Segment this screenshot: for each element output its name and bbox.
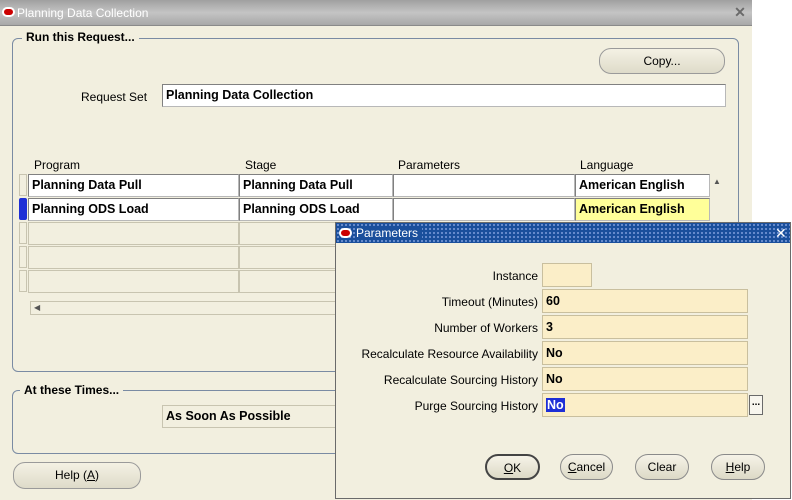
row-indicator[interactable] [19,222,27,244]
recalc-sourcing-label: Recalculate Sourcing History [383,373,538,387]
horizontal-scrollbar[interactable]: ◀ [30,301,340,315]
scroll-up-icon[interactable]: ▲ [713,177,721,186]
program-cell-empty[interactable] [28,222,239,245]
program-cell-empty[interactable] [28,270,239,293]
window-title: Planning Data Collection [17,6,149,20]
timeout-field[interactable]: 60 [542,289,748,313]
parameters-cell[interactable] [393,174,575,197]
instance-field[interactable] [542,263,592,287]
oracle-logo-icon [2,7,15,17]
help-button-mnemonic: A [87,468,96,482]
dialog-title: Parameters [356,226,423,240]
recalc-resource-label: Recalculate Resource Availability [361,347,538,361]
row-indicator-current[interactable] [19,198,27,220]
workers-field[interactable]: 3 [542,315,748,339]
help-label-rest: elp [734,460,751,474]
column-header-language: Language [580,158,634,172]
ok-label-rest: K [513,461,522,475]
times-title: At these Times... [20,383,124,397]
workers-label: Number of Workers [434,321,538,335]
ok-mnemonic: O [503,461,514,475]
run-request-title: Run this Request... [22,30,139,44]
scroll-left-icon[interactable]: ◀ [34,303,40,312]
stage-cell[interactable]: Planning ODS Load [239,198,393,221]
oracle-logo-icon [339,228,352,238]
request-set-field[interactable]: Planning Data Collection [162,84,726,107]
row-indicator[interactable] [19,174,27,196]
program-cell-empty[interactable] [28,246,239,269]
clear-label: Clear [647,460,677,474]
help-button-suffix: ) [95,468,100,482]
vertical-scrollbar[interactable]: ▲ [710,173,724,221]
language-cell-current[interactable]: American English [575,198,710,221]
language-cell[interactable]: American English [575,174,710,197]
clear-button[interactable]: Clear [635,454,689,480]
cancel-label-rest: ancel [576,460,606,474]
copy-button-label: Copy... [643,54,681,68]
purge-sourcing-label: Purge Sourcing History [414,399,538,413]
purge-sourcing-value: No [546,398,565,412]
copy-button[interactable]: Copy... [599,48,725,74]
list-of-values-button[interactable]: ... [749,395,763,415]
recalc-resource-field[interactable]: No [542,341,748,365]
timeout-label: Timeout (Minutes) [441,295,538,309]
parameters-dialog: Parameters ✕ Instance Timeout (Minutes) … [335,222,791,499]
schedule-field[interactable]: As Soon As Possible [162,405,337,428]
instance-label: Instance [492,269,538,283]
stage-cell-empty[interactable] [239,222,336,245]
row-indicator[interactable] [19,270,27,292]
help-button-prefix: Help ( [54,468,87,482]
stage-cell-empty[interactable] [239,246,336,269]
purge-sourcing-field[interactable]: No [542,393,748,417]
column-header-program: Program [34,158,81,172]
column-header-parameters: Parameters [398,158,461,172]
help-button[interactable]: Help (A) [13,462,141,489]
window-close-icon[interactable]: ✕ [733,5,747,19]
stage-cell-empty[interactable] [239,270,336,293]
stage-cell[interactable]: Planning Data Pull [239,174,393,197]
window-titlebar[interactable]: Planning Data Collection ✕ [0,0,752,26]
request-set-label: Request Set [81,90,148,104]
parameters-cell[interactable] [393,198,575,221]
program-cell[interactable]: Planning ODS Load [28,198,239,221]
dialog-close-icon[interactable]: ✕ [775,225,787,241]
dialog-titlebar[interactable]: Parameters ✕ [336,223,790,243]
cancel-button[interactable]: Cancel [560,454,613,480]
program-cell[interactable]: Planning Data Pull [28,174,239,197]
row-indicator[interactable] [19,246,27,268]
column-header-stage: Stage [245,158,277,172]
recalc-sourcing-field[interactable]: No [542,367,748,391]
ok-button[interactable]: OK [485,454,540,480]
dialog-help-button[interactable]: Help [711,454,765,480]
